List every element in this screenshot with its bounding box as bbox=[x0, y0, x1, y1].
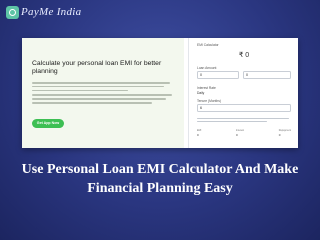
brand-logo-text: PayMe India bbox=[21, 6, 82, 18]
emi-calculator-panel: EMI Calculator ₹ 0 Loan Amount 0 0 Inter… bbox=[188, 38, 298, 148]
tenure-label: Tenure (Months) bbox=[197, 99, 222, 103]
loan-amount-label: Loan Amount bbox=[197, 66, 217, 70]
emi-value: ₹ 0 bbox=[238, 52, 250, 59]
page-headline: Use Personal Loan EMI Calculator And Mak… bbox=[21, 162, 299, 196]
promo-banner: Calculate your personal loan EMI for bet… bbox=[22, 38, 184, 148]
promo-title: Calculate your personal loan EMI for bet… bbox=[32, 60, 162, 76]
brand-logo: PayMe India bbox=[6, 4, 81, 20]
app-screenshot: Calculate your personal loan EMI for bet… bbox=[22, 38, 298, 148]
summary-interest: Interest 0 bbox=[236, 129, 244, 137]
emi-summary: EMI 0 Interest 0 Repayment 0 bbox=[197, 129, 291, 137]
loan-amount-field[interactable]: 0 bbox=[197, 71, 239, 79]
emi-label: EMI Calculator bbox=[197, 43, 219, 47]
interest-label: Interest Rate bbox=[197, 86, 216, 90]
interest-value[interactable]: Daily bbox=[197, 91, 204, 95]
promo-description bbox=[32, 82, 172, 106]
rate-field[interactable]: 0 bbox=[243, 71, 291, 79]
get-app-button[interactable]: Get App Now bbox=[32, 119, 64, 128]
tenure-field[interactable]: 6 bbox=[197, 104, 291, 112]
calculator-disclaimer bbox=[197, 118, 289, 124]
summary-repayment: Repayment 0 bbox=[278, 129, 291, 137]
brand-logo-icon bbox=[6, 5, 19, 19]
summary-emi: EMI 0 bbox=[197, 129, 202, 137]
